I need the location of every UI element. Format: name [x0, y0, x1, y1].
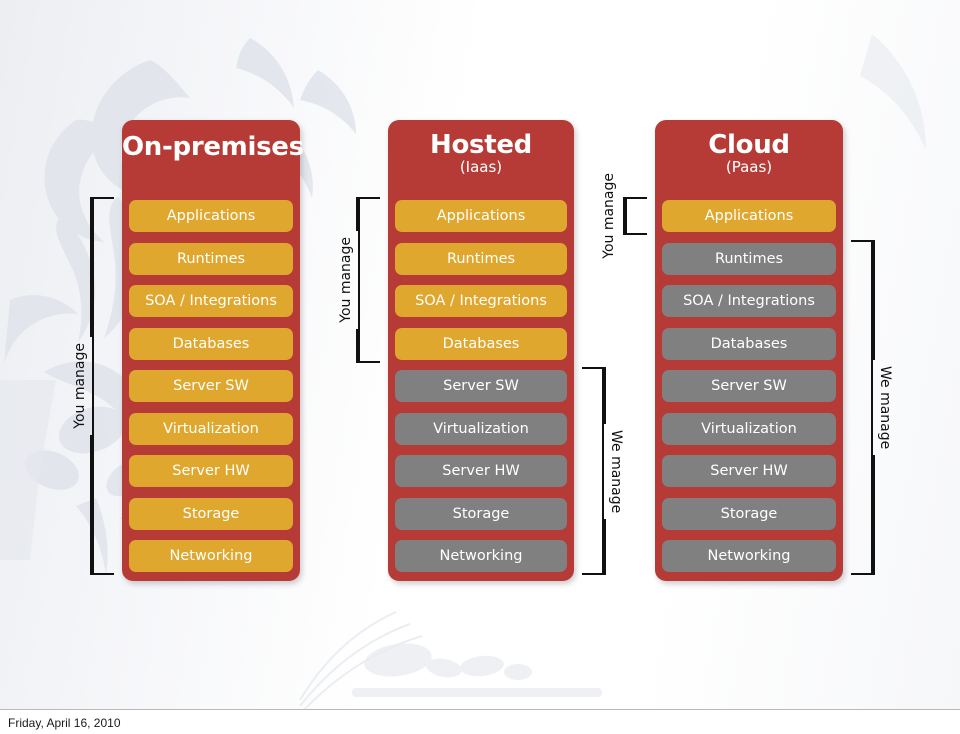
stack-row-on-premises-storage: Storage [129, 497, 293, 530]
stack-row-cloud-databases: Databases [662, 327, 836, 360]
stack-row-hosted-applications: Applications [395, 200, 567, 232]
stack-row-cloud-networking: Networking [662, 540, 836, 572]
stack-row-hosted-databases: Databases [395, 327, 567, 360]
panel-header-on-premises: On-premises [122, 132, 304, 162]
stack-row-on-premises-networking: Networking [129, 540, 293, 572]
panel-subtitle-hosted: (Iaas) [459, 158, 503, 177]
stack-row-cloud-server-hw: Server HW [662, 455, 836, 487]
bracket-hosted-right [582, 367, 604, 575]
panel-header-hosted: Hosted (Iaas) [388, 130, 574, 177]
stack-row-on-premises-server-sw: Server SW [129, 370, 293, 402]
bracket-label-hosted-left: You manage [338, 236, 354, 323]
bracket-on-premises-left [92, 197, 114, 575]
bracket-stem-hosted-right-top [604, 367, 606, 424]
stack-row-cloud-server-sw: Server SW [662, 370, 836, 402]
panel-title-cloud: Cloud [708, 130, 790, 160]
stack-row-cloud-virtualization: Virtualization [662, 412, 836, 445]
bracket-label-cloud-left: You manage [601, 173, 617, 259]
stack-row-on-premises-soa-integrations: SOA / Integrations [129, 285, 293, 317]
stack-row-on-premises-runtimes: Runtimes [129, 242, 293, 275]
stack-row-cloud-applications: Applications [662, 200, 836, 232]
stack-panel-cloud: Cloud (Paas) Applications Runtimes SOA / Int… [655, 120, 843, 581]
bracket-label-hosted-right: We manage [608, 429, 624, 513]
bracket-stem-cloud-right-bottom [873, 454, 875, 575]
stack-row-on-premises-databases: Databases [129, 327, 293, 360]
footer-date: Friday, April 16, 2010 [8, 716, 121, 730]
stack-row-cloud-soa-integrations: SOA / Integrations [662, 285, 836, 317]
bracket-stem-hosted-left-bottom [356, 328, 358, 363]
stack-row-cloud-storage: Storage [662, 497, 836, 530]
stack-row-on-premises-server-hw: Server HW [129, 455, 293, 487]
stack-row-cloud-runtimes: Runtimes [662, 242, 836, 275]
panel-title-on-premises: On-premises [122, 132, 304, 162]
stack-row-hosted-runtimes: Runtimes [395, 242, 567, 275]
stack-row-hosted-server-sw: Server SW [395, 370, 567, 402]
bracket-cloud-left [625, 197, 647, 235]
bracket-stem-on-premises-left-bottom [90, 435, 92, 575]
stack-panel-on-premises: On-premises Applications Runtimes SOA / Int… [122, 120, 304, 581]
panel-subtitle-cloud: (Paas) [725, 158, 773, 177]
bracket-label-cloud-right: We manage [877, 365, 893, 450]
bracket-label-on-premises-left: You manage [72, 343, 88, 429]
footer-divider [0, 709, 960, 710]
stack-row-hosted-soa-integrations: SOA / Integrations [395, 285, 567, 317]
bracket-stem-cloud-left [623, 197, 625, 235]
stack-row-hosted-server-hw: Server HW [395, 455, 567, 487]
stack-row-hosted-storage: Storage [395, 497, 567, 530]
bracket-hosted-left [358, 197, 380, 363]
bracket-stem-cloud-right-top [873, 239, 875, 360]
bracket-stem-hosted-left-top [356, 197, 358, 231]
stack-row-hosted-networking: Networking [395, 540, 567, 572]
stack-row-hosted-virtualization: Virtualization [395, 412, 567, 445]
stack-panel-hosted: Hosted (Iaas) Applications Runtimes SOA / In… [388, 120, 574, 581]
panel-title-hosted: Hosted [430, 130, 532, 160]
bracket-stem-on-premises-left-top [90, 197, 92, 337]
bracket-cloud-right [851, 239, 873, 575]
stack-row-on-premises-applications: Applications [129, 200, 293, 232]
stack-row-on-premises-virtualization: Virtualization [129, 412, 293, 445]
panel-header-cloud: Cloud (Paas) [655, 130, 843, 177]
bracket-stem-hosted-right-bottom [604, 518, 606, 575]
